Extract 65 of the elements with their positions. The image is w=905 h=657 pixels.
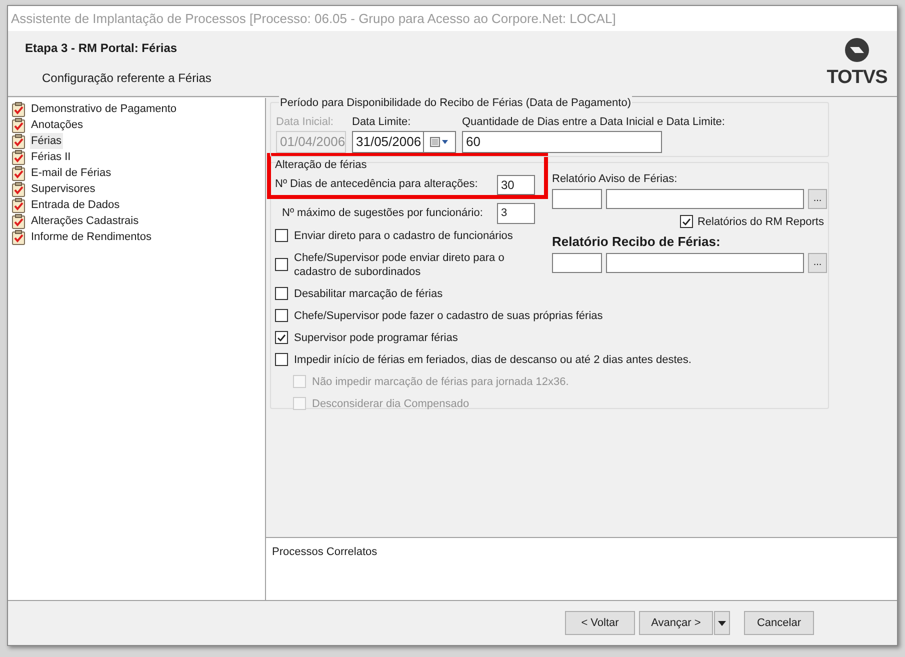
- field-label: Nº Dias de antecedência para alterações:: [275, 177, 479, 192]
- input-field[interactable]: 3: [497, 202, 535, 224]
- clipboard-check-icon: [12, 182, 25, 196]
- checkbox[interactable]: [275, 287, 288, 300]
- clipboard-check-icon: [12, 150, 25, 164]
- step-item[interactable]: Entrada de Dados: [30, 196, 121, 214]
- wizard-button[interactable]: Cancelar: [744, 611, 814, 635]
- checkbox[interactable]: [275, 331, 288, 344]
- input-field[interactable]: [606, 188, 804, 208]
- clipboard-check-icon: [12, 214, 25, 228]
- checkbox-label: Chefe/Supervisor pode fazer o cadastro de suas próprias férias: [294, 308, 603, 322]
- checkbox-label: Supervisor pode programar férias: [294, 330, 458, 344]
- group-legend: Alteração de férias: [275, 157, 367, 174]
- field-label: Data Limite:: [352, 115, 411, 130]
- checkbox-label: Enviar direto para o cadastro de funcionários: [294, 228, 513, 242]
- field-label: Nº máximo de sugestões por funcionário:: [282, 206, 484, 221]
- clipboard-check-icon: [12, 198, 25, 212]
- checkbox-label: Relatórios do RM Reports: [697, 214, 824, 230]
- input-field[interactable]: [552, 188, 602, 208]
- panel-title: Processos Correlatos: [272, 545, 378, 560]
- step-item[interactable]: Supervisores: [30, 180, 96, 198]
- checkbox[interactable]: [275, 258, 288, 271]
- input-field[interactable]: [606, 252, 804, 272]
- checkbox-label: Desconsiderar dia Compensado: [312, 396, 470, 410]
- checkbox[interactable]: [275, 353, 288, 366]
- date-field[interactable]: 31/05/2006: [352, 130, 456, 152]
- dropdown-button[interactable]: [714, 611, 730, 635]
- group-legend: Período para Disponibilidade do Recibo de Férias (Data de Pagamento): [279, 95, 632, 112]
- clipboard-check-icon: [12, 230, 25, 244]
- step-item[interactable]: E-mail de Férias: [30, 164, 112, 182]
- browse-button[interactable]: ...: [808, 188, 827, 208]
- clipboard-check-icon: [12, 166, 25, 180]
- step-item[interactable]: Anotações: [30, 116, 84, 134]
- clipboard-check-icon: [12, 118, 25, 132]
- wizard-button[interactable]: < Voltar: [565, 611, 635, 635]
- field-label: Quantidade de Dias entre a Data Inicial e Data Limite:: [462, 115, 725, 130]
- window-title: Assistente de Implantação de Processos [Processo: 06.05 - Grupo para Acesso ao Corpore.Net: LOCAL]: [8, 6, 897, 31]
- logo-text: TOTVS: [826, 66, 888, 90]
- logo-icon: [844, 37, 870, 63]
- checkbox-label: Não impedir marcação de férias para jornada 12x36.: [312, 374, 569, 388]
- input-field[interactable]: [552, 252, 602, 272]
- checkbox-label: Desabilitar marcação de férias: [294, 286, 443, 300]
- checkbox-label: Chefe/Supervisor pode enviar direto para o cadastro de subordinados: [294, 250, 506, 278]
- clipboard-check-icon: [12, 134, 25, 148]
- step-item[interactable]: Férias II: [30, 148, 72, 166]
- checkbox[interactable]: [680, 215, 694, 228]
- caret-icon: [718, 620, 726, 626]
- step-item[interactable]: Informe de Rendimentos: [30, 228, 152, 246]
- checkbox-label: Impedir início de férias em feriados, dias de descanso ou até 2 dias antes destes.: [294, 352, 692, 366]
- step-item[interactable]: Alterações Cadastrais: [30, 212, 140, 230]
- clipboard-check-icon: [12, 102, 25, 116]
- field-label: Relatório Recibo de Férias:: [552, 233, 720, 251]
- browse-button[interactable]: ...: [808, 252, 827, 272]
- input-field[interactable]: 30: [497, 174, 535, 194]
- checkbox[interactable]: [275, 229, 288, 242]
- input-field[interactable]: 60: [462, 130, 662, 152]
- calendar-dropdown-icon: [430, 136, 450, 146]
- field-label: Data Inicial:: [276, 115, 334, 130]
- step-title: Etapa 3 - RM Portal: Férias: [25, 40, 178, 57]
- wizard-button[interactable]: Avançar >: [639, 611, 713, 635]
- step-item[interactable]: Férias: [30, 132, 63, 150]
- step-subtitle: Configuração referente a Férias: [42, 70, 212, 87]
- step-item[interactable]: Demonstrativo de Pagamento: [30, 100, 178, 118]
- checkbox[interactable]: [275, 309, 288, 322]
- field-label: Relatório Aviso de Férias:: [552, 172, 678, 187]
